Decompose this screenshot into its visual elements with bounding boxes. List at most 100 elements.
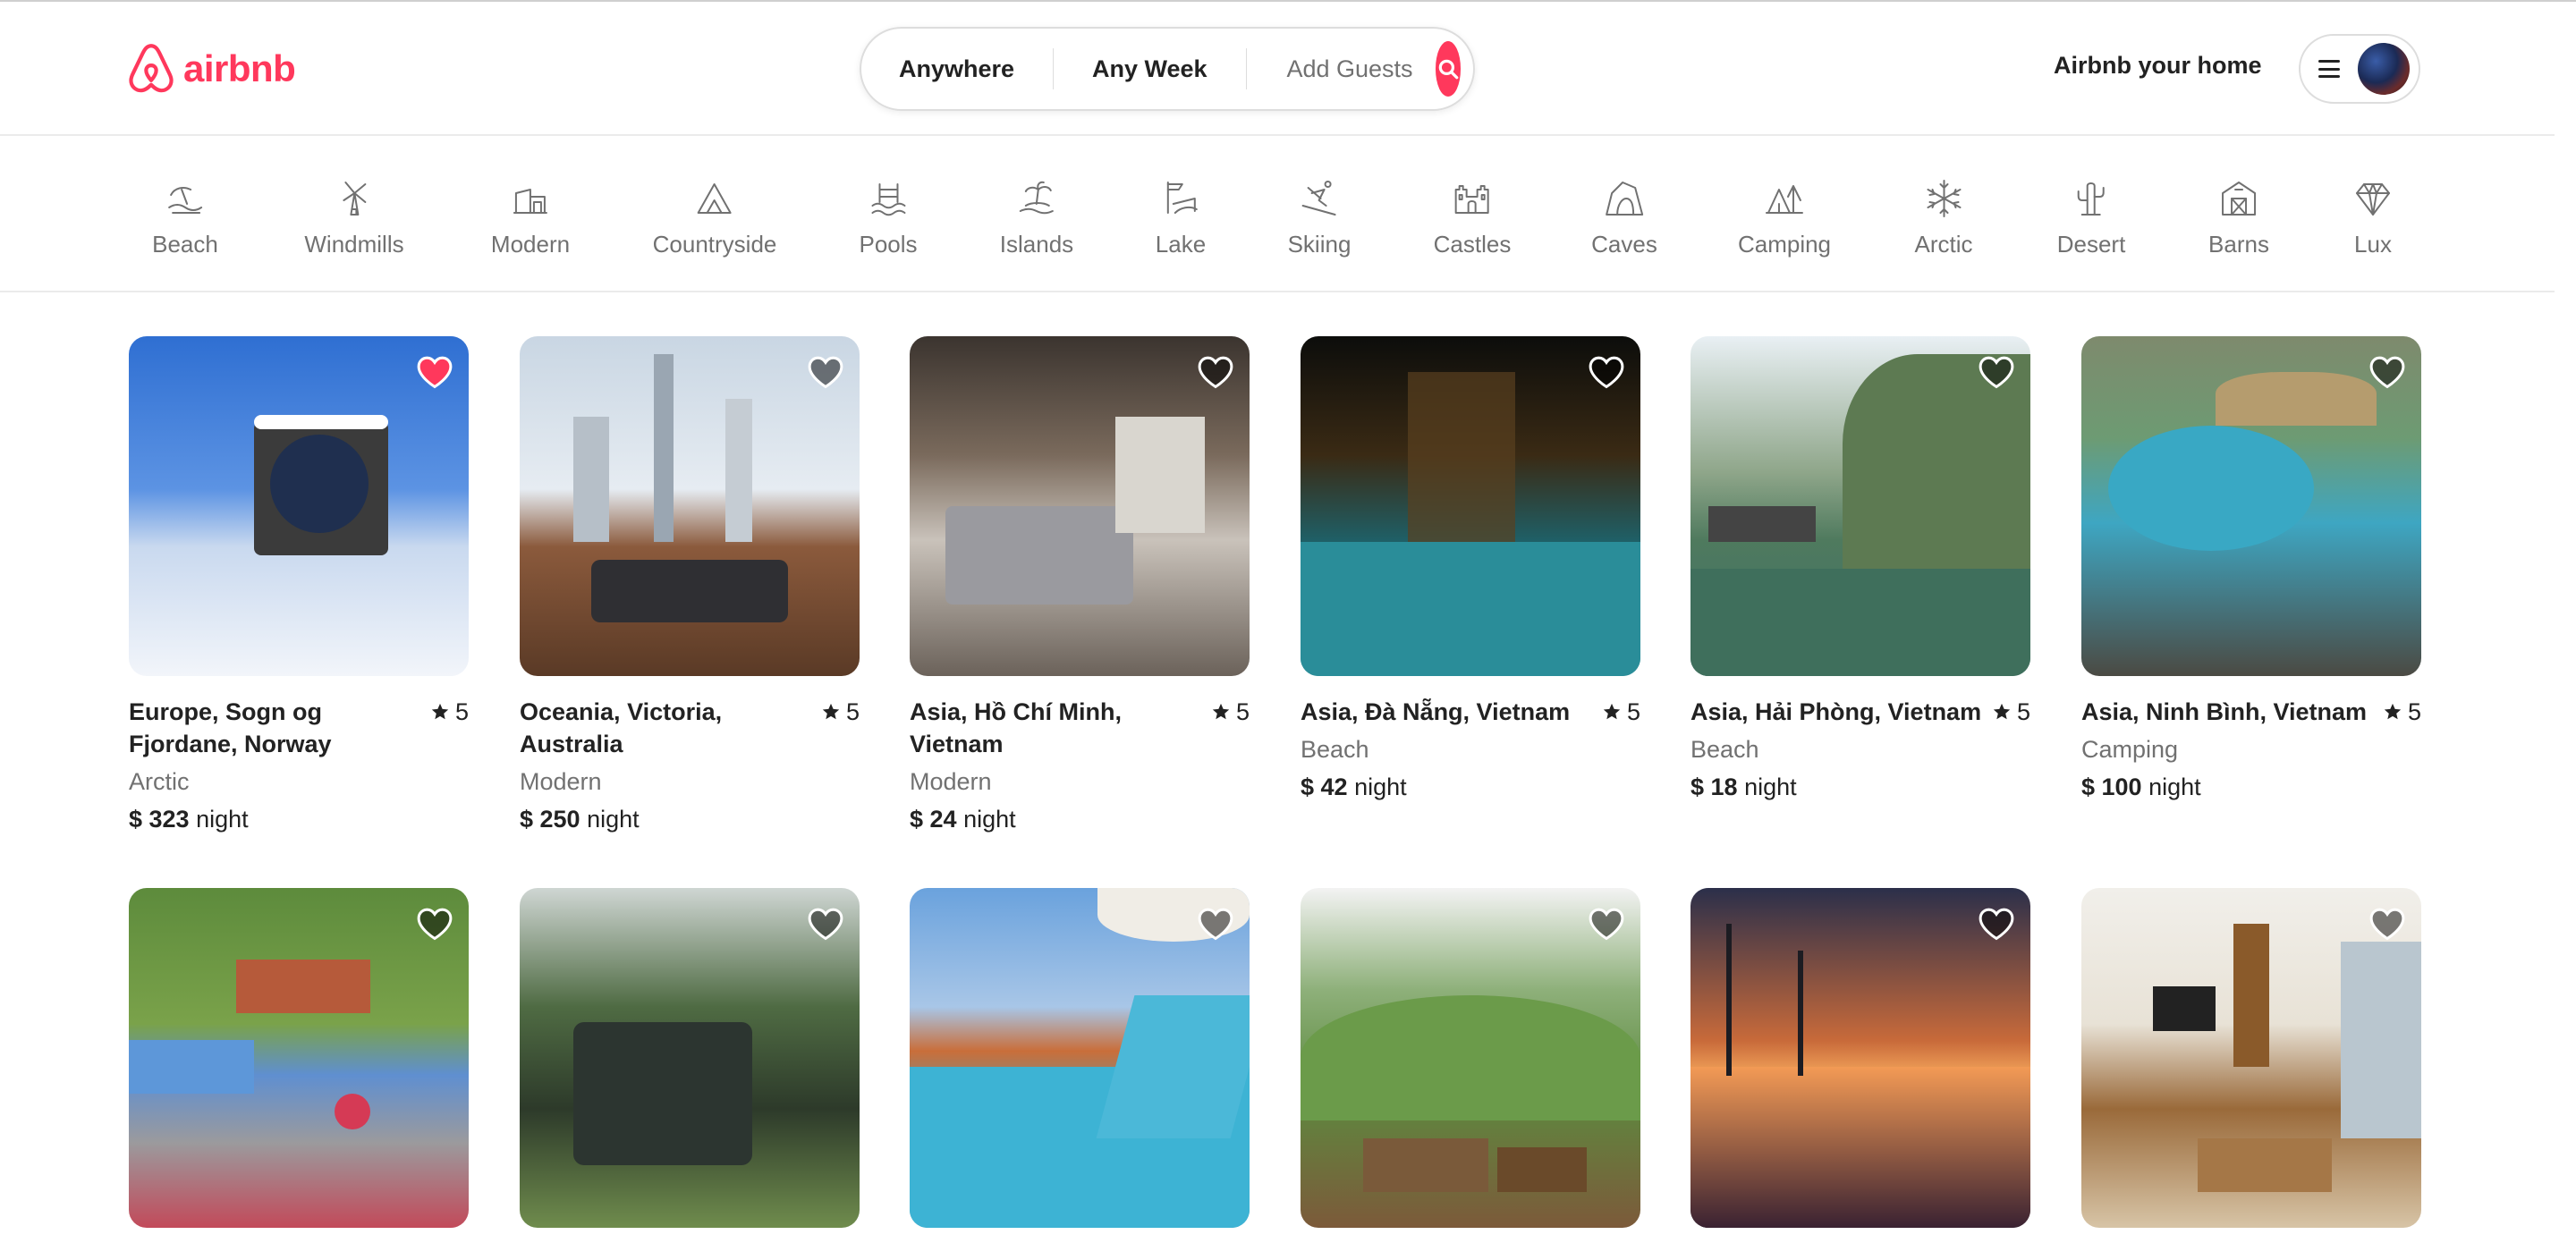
category-caves[interactable]: Caves [1591,177,1657,258]
listing-photo[interactable] [520,888,860,1228]
category-label: Caves [1591,231,1657,258]
top-header: airbnb Anywhere Any Week Add Guests Airb… [0,0,2555,136]
listing-rating: 5 [430,696,469,728]
listing-card[interactable]: Asia, Hồ Chí Minh, Vietnam 5 Modern $ 24… [910,336,1250,835]
listing-category: Modern [910,768,992,795]
category-islands[interactable]: Islands [1000,177,1073,258]
listing-info: Europe, Sogn og Fjordane, Norway 5 Arcti… [129,696,469,835]
listing-card[interactable] [2081,888,2421,1228]
search-where[interactable]: Anywhere [861,55,1053,83]
listing-category: Modern [520,768,602,795]
search-guests[interactable]: Add Guests [1246,55,1435,83]
category-castles[interactable]: Castles [1433,177,1512,258]
favorite-heart-icon[interactable] [415,352,454,392]
listing-card[interactable] [129,888,469,1228]
listing-card[interactable]: Europe, Sogn og Fjordane, Norway 5 Arcti… [129,336,469,835]
host-your-home-link[interactable]: Airbnb your home [2054,52,2262,80]
price-unit: night [2148,774,2201,800]
listing-card[interactable] [1690,888,2030,1228]
airbnb-logo[interactable]: airbnb [128,43,296,95]
rating-value: 5 [1626,698,1640,725]
category-arctic[interactable]: Arctic [1915,177,1973,258]
listing-card[interactable]: Asia, Hải Phòng, Vietnam 5 Beach $ 18 ni… [1690,336,2030,803]
price-unit: night [587,806,640,833]
category-barns[interactable]: Barns [2208,177,2269,258]
hamburger-icon [2318,60,2340,78]
search-button[interactable] [1435,41,1461,97]
favorite-heart-icon[interactable] [1196,352,1235,392]
search-bar[interactable]: Anywhere Any Week Add Guests [860,27,1475,111]
category-countryside[interactable]: Countryside [653,177,776,258]
beach-icon [167,187,202,214]
rating-value: 5 [845,698,860,725]
listing-photo[interactable] [2081,336,2421,676]
favorite-heart-icon[interactable] [2368,352,2407,392]
listing-photo[interactable] [1301,336,1640,676]
listing-photo[interactable] [910,336,1250,676]
category-lake[interactable]: Lake [1156,177,1206,258]
listing-card[interactable] [1301,888,1640,1228]
rating-value: 5 [1235,698,1250,725]
listing-price: $ 18 night [1690,771,2030,803]
category-label: Lake [1155,231,1207,258]
listing-price: $ 323 night [129,803,469,835]
category-camping[interactable]: Camping [1738,177,1831,258]
favorite-heart-icon[interactable] [1977,352,2016,392]
category-windmills[interactable]: Windmills [304,177,404,258]
listing-card[interactable] [520,888,860,1228]
listing-photo[interactable] [520,336,860,676]
category-label: Castles [1433,231,1512,258]
listing-photo[interactable] [910,888,1250,1228]
category-modern[interactable]: Modern [491,177,570,258]
category-desert[interactable]: Desert [2056,177,2126,258]
category-lux[interactable]: Lux [2351,177,2394,258]
search-when[interactable]: Any Week [1054,55,1246,83]
category-label: Windmills [304,231,404,258]
camping-icon [1766,185,1803,214]
favorite-heart-icon[interactable] [1977,904,2016,943]
category-label: Desert [2056,231,2126,258]
category-pools[interactable]: Pools [859,177,918,258]
listing-card[interactable]: Asia, Ninh Bình, Vietnam 5 Camping $ 100… [2081,336,2421,803]
favorite-heart-icon[interactable] [415,904,454,943]
category-beach[interactable]: Beach [152,177,218,258]
listing-card[interactable]: Asia, Đà Nẵng, Vietnam 5 Beach $ 42 nigh… [1301,336,1640,803]
modern-house-icon [513,189,547,214]
listing-photo[interactable] [2081,888,2421,1228]
windmill-icon [342,182,366,216]
listing-location[interactable]: Asia, Hồ Chí Minh, Vietnam [910,696,1250,760]
user-avatar [2358,43,2410,95]
listing-photo[interactable] [1690,336,2030,676]
listing-card[interactable] [910,888,1250,1228]
favorite-heart-icon[interactable] [806,352,845,392]
listing-rating: 5 [1602,696,1640,728]
rating-value: 5 [454,698,469,725]
favorite-heart-icon[interactable] [1196,904,1235,943]
listing-location[interactable]: Asia, Đà Nẵng, Vietnam [1301,696,1640,728]
category-label: Beach [152,231,218,258]
listing-price: $ 100 night [2081,771,2421,803]
price-unit: night [963,806,1016,833]
category-skiing[interactable]: Skiing [1288,177,1351,258]
barn-icon [2221,182,2256,216]
island-icon [1019,181,1054,215]
listing-location[interactable]: Europe, Sogn og Fjordane, Norway [129,696,469,760]
favorite-heart-icon[interactable] [2368,904,2407,943]
listing-location[interactable]: Asia, Ninh Bình, Vietnam [2081,696,2421,728]
listing-location[interactable]: Asia, Hải Phòng, Vietnam [1690,696,2030,728]
price-amount: $ 250 [520,806,580,833]
listing-photo[interactable] [129,336,469,676]
listing-photo[interactable] [1690,888,2030,1228]
listing-card[interactable]: Oceania, Victoria, Australia 5 Modern $ … [520,336,860,835]
listing-photo[interactable] [1301,888,1640,1228]
favorite-heart-icon[interactable] [1587,352,1626,392]
listing-location[interactable]: Oceania, Victoria, Australia [520,696,860,760]
lake-icon [1166,182,1198,214]
listing-category: Beach [1690,736,1759,763]
favorite-heart-icon[interactable] [806,904,845,943]
category-label: Camping [1737,231,1832,258]
favorite-heart-icon[interactable] [1587,904,1626,943]
listing-photo[interactable] [129,888,469,1228]
user-menu-button[interactable] [2299,34,2420,104]
star-icon [1212,703,1230,720]
